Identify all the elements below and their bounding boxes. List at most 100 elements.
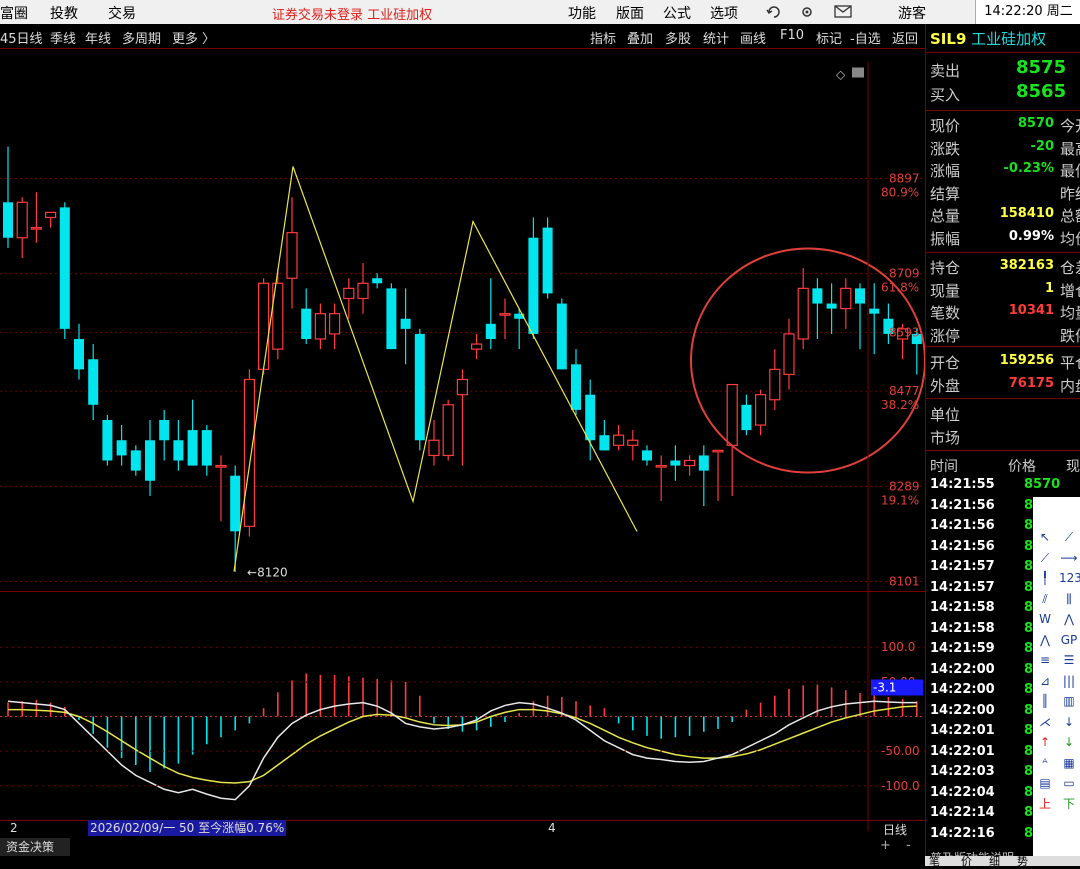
candle[interactable] xyxy=(456,369,468,466)
mail-icon[interactable] xyxy=(834,5,852,19)
numbered-wave-icon[interactable]: 123 xyxy=(1059,570,1080,586)
toolbar-watchlist[interactable]: -自选 xyxy=(850,28,881,47)
candle[interactable] xyxy=(102,414,113,466)
vertical-line-icon[interactable]: ╿ xyxy=(1035,570,1055,586)
candle[interactable] xyxy=(726,383,738,496)
toolbar-stats[interactable]: 统计 xyxy=(703,28,729,47)
user-label[interactable]: 游客 xyxy=(898,3,926,23)
period-season[interactable]: 季线 xyxy=(50,28,76,47)
toolbar-mark[interactable]: 标记 xyxy=(816,28,842,47)
candle[interactable] xyxy=(130,445,141,476)
candle[interactable] xyxy=(272,268,284,360)
range-summary[interactable]: 2026/02/09/一 50 至今涨幅0.76% xyxy=(88,820,287,836)
menu-item-trade[interactable]: 交易 xyxy=(108,3,136,23)
candle[interactable] xyxy=(485,278,496,350)
gp-icon[interactable]: GP xyxy=(1059,632,1079,648)
candle[interactable] xyxy=(612,425,625,451)
candle[interactable] xyxy=(88,344,99,420)
period-lines-icon[interactable]: ║ xyxy=(1035,693,1055,709)
period-multi[interactable]: 多周期 xyxy=(122,28,161,47)
candle[interactable] xyxy=(400,288,411,365)
parallel-lines-icon[interactable]: ⫽ xyxy=(1035,591,1055,607)
zoom-out-button[interactable]: - xyxy=(906,838,911,853)
candle[interactable] xyxy=(642,445,652,466)
menu-item-education[interactable]: 投教 xyxy=(50,3,78,23)
zoom-in-button[interactable]: + xyxy=(880,838,891,853)
candle[interactable] xyxy=(3,146,13,248)
candle[interactable] xyxy=(187,399,198,466)
candle[interactable] xyxy=(869,283,880,355)
mountain-icon[interactable]: ⋀ xyxy=(1059,611,1079,627)
candle[interactable] xyxy=(627,430,639,461)
grid-lines-icon[interactable]: ▥ xyxy=(1059,693,1079,709)
angle-icon[interactable]: ⊿ xyxy=(1035,673,1055,689)
footer-tab-2[interactable]: 细 xyxy=(989,853,1000,869)
menu-item-options[interactable]: 选项 xyxy=(710,3,738,23)
candle[interactable] xyxy=(585,379,596,461)
candle[interactable] xyxy=(698,445,709,507)
channel-icon[interactable]: ⫼ xyxy=(1059,591,1079,607)
diamond-icon[interactable]: ◇ xyxy=(836,68,846,82)
candle[interactable] xyxy=(286,197,298,309)
candle[interactable] xyxy=(145,419,155,496)
candle[interactable] xyxy=(159,409,170,461)
down-text-icon[interactable]: 下 xyxy=(1059,796,1079,812)
candle[interactable] xyxy=(215,455,227,522)
arrow-down-icon[interactable]: ↓ xyxy=(1059,714,1079,730)
candle[interactable] xyxy=(840,278,852,329)
candle[interactable] xyxy=(712,449,724,502)
candle[interactable] xyxy=(812,278,823,339)
candle[interactable] xyxy=(826,283,837,334)
candle[interactable] xyxy=(769,349,781,410)
candle[interactable] xyxy=(855,283,865,350)
candle[interactable] xyxy=(329,303,341,350)
candle[interactable] xyxy=(173,419,184,471)
candle[interactable] xyxy=(44,211,57,228)
vertical-bars-icon[interactable]: ||| xyxy=(1059,673,1079,689)
candle[interactable] xyxy=(754,389,767,436)
toolbar-back[interactable]: 返回 xyxy=(892,28,918,47)
candle[interactable] xyxy=(655,455,667,502)
fan-icon[interactable]: ⋌ xyxy=(1035,714,1055,730)
wave-icon[interactable]: W xyxy=(1035,611,1055,627)
candle[interactable] xyxy=(783,318,795,390)
fib-ext-icon[interactable]: ☰ xyxy=(1059,652,1079,668)
box-icon[interactable]: ▭ xyxy=(1059,775,1079,791)
kline-chart[interactable]: ←8120 ◇ 889780.9%870961.8%8593847738.2%8… xyxy=(0,48,925,865)
period-45day[interactable]: 45日线 xyxy=(0,28,43,47)
cursor-icon[interactable]: ↖ xyxy=(1035,529,1055,545)
note-icon[interactable]: ▤ xyxy=(1035,775,1055,791)
period-year[interactable]: 年线 xyxy=(85,28,111,47)
layers-icon[interactable]: ▦ xyxy=(1059,755,1079,771)
diagonal-line-icon[interactable]: ⟋ xyxy=(1059,529,1079,545)
footer-tab-0[interactable]: 笔 xyxy=(929,853,940,869)
candle[interactable] xyxy=(16,197,28,258)
candle[interactable] xyxy=(683,455,696,476)
login-warning[interactable]: 证券交易未登录 工业硅加权 xyxy=(272,4,432,23)
candle[interactable] xyxy=(571,349,581,415)
refresh-icon[interactable] xyxy=(765,4,783,20)
gear-icon[interactable] xyxy=(798,4,816,20)
candle[interactable] xyxy=(499,298,511,339)
line-segment-icon[interactable]: ⟋ xyxy=(1035,550,1055,566)
candle[interactable] xyxy=(442,399,454,461)
up-text-icon[interactable]: 上 xyxy=(1035,796,1055,812)
period-more[interactable]: 更多 〉 xyxy=(172,28,215,47)
fib-levels-icon[interactable]: ≡ xyxy=(1035,652,1055,668)
candle[interactable] xyxy=(201,425,212,476)
zigzag-icon[interactable]: ⋀ xyxy=(1035,632,1055,648)
footer-tab-3[interactable]: 势 xyxy=(1017,853,1028,869)
up-arrow-icon[interactable]: ↑ xyxy=(1035,734,1055,750)
candle[interactable] xyxy=(528,217,539,339)
toolbar-draw[interactable]: 画线 xyxy=(740,28,766,47)
toolbar-indicator[interactable]: 指标 xyxy=(590,28,616,47)
candle[interactable] xyxy=(542,217,553,299)
menu-item-function[interactable]: 功能 xyxy=(568,3,596,23)
menu-item-formula[interactable]: 公式 xyxy=(663,3,691,23)
candle[interactable] xyxy=(386,283,397,350)
menu-item-layout[interactable]: 版面 xyxy=(616,3,644,23)
candle[interactable] xyxy=(243,369,255,537)
candle[interactable] xyxy=(428,419,440,466)
candle[interactable] xyxy=(301,288,312,345)
toolbar-multi-stock[interactable]: 多股 xyxy=(665,28,691,47)
